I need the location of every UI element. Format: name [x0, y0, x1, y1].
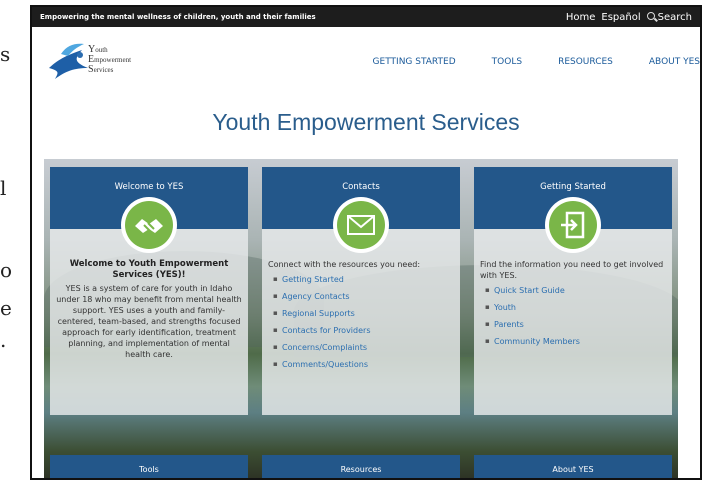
- page-title: Youth Empowerment Services: [212, 109, 520, 135]
- side-fragment: l: [0, 176, 7, 200]
- search-link[interactable]: Search: [646, 11, 692, 23]
- link-parents[interactable]: Parents: [485, 319, 666, 330]
- sign-in-icon: [549, 201, 597, 249]
- link-quick-start-guide[interactable]: Quick Start Guide: [485, 285, 666, 296]
- search-icon: [646, 11, 655, 20]
- contacts-badge: [333, 197, 389, 253]
- welcome-badge: [121, 197, 177, 253]
- bird-icon: [49, 43, 88, 79]
- link-regional-supports[interactable]: Regional Supports: [273, 308, 454, 319]
- logo-word-ervices: ervices: [93, 66, 114, 74]
- about-yes-card[interactable]: About YES: [474, 455, 672, 478]
- nav-tools[interactable]: TOOLS: [492, 57, 522, 67]
- getting-started-links: Quick Start Guide Youth Parents Communit…: [480, 285, 666, 347]
- hero-background: Welcome to YES Welcome to Youth Empowerm…: [44, 159, 678, 478]
- side-fragment: s: [0, 42, 11, 66]
- left-side-text-fragments: s l o e .: [0, 0, 30, 480]
- tools-card[interactable]: Tools: [50, 455, 248, 478]
- top-bar: Empowering the mental wellness of childr…: [32, 7, 700, 27]
- link-comments-questions[interactable]: Comments/Questions: [273, 359, 454, 370]
- getting-started-badge: [545, 197, 601, 253]
- tagline: Empowering the mental wellness of childr…: [40, 13, 316, 21]
- side-fragment: e: [0, 296, 12, 320]
- search-label: Search: [657, 11, 692, 23]
- envelope-icon: [337, 201, 385, 249]
- contacts-card: Contacts Connect with the resources you …: [262, 167, 460, 415]
- site-header: Youth Empowerment Services GETTING START…: [32, 27, 700, 107]
- browser-page: s l o e . Empowering the mental wellness…: [0, 0, 708, 480]
- handshake-icon: [125, 201, 173, 249]
- getting-started-intro: Find the information you need to get inv…: [480, 260, 664, 280]
- website-frame: Empowering the mental wellness of childr…: [30, 5, 702, 480]
- side-fragment: .: [0, 328, 7, 352]
- welcome-text: YES is a system of care for youth in Ida…: [56, 284, 242, 359]
- welcome-title: Welcome to Youth Empowerment Services (Y…: [69, 259, 229, 280]
- nav-getting-started[interactable]: GETTING STARTED: [373, 57, 456, 67]
- link-contacts-for-providers[interactable]: Contacts for Providers: [273, 325, 454, 336]
- yes-logo[interactable]: Youth Empowerment Services: [44, 37, 164, 87]
- getting-started-card: Getting Started Find the information you…: [474, 167, 672, 415]
- contacts-links: Getting Started Agency Contacts Regional…: [268, 274, 454, 370]
- link-youth[interactable]: Youth: [485, 302, 666, 313]
- top-links: Home Español Search: [566, 11, 692, 23]
- main-nav: GETTING STARTED TOOLS RESOURCES ABOUT YE…: [373, 57, 700, 67]
- logo-text: Youth Empowerment Services: [88, 45, 131, 75]
- nav-about-yes[interactable]: ABOUT YES: [649, 57, 700, 67]
- logo-word-mpowerment: mpowerment: [94, 56, 132, 64]
- side-fragment: o: [0, 258, 13, 282]
- welcome-card: Welcome to YES Welcome to Youth Empowerm…: [50, 167, 248, 415]
- link-concerns-complaints[interactable]: Concerns/Complaints: [273, 342, 454, 353]
- espanol-link[interactable]: Español: [601, 12, 640, 23]
- nav-resources[interactable]: RESOURCES: [558, 57, 613, 67]
- home-link[interactable]: Home: [566, 12, 596, 23]
- contacts-intro: Connect with the resources you need:: [268, 260, 421, 269]
- link-agency-contacts[interactable]: Agency Contacts: [273, 291, 454, 302]
- resources-card[interactable]: Resources: [262, 455, 460, 478]
- link-community-members[interactable]: Community Members: [485, 336, 666, 347]
- link-getting-started[interactable]: Getting Started: [273, 274, 454, 285]
- logo-word-outh: outh: [95, 46, 108, 54]
